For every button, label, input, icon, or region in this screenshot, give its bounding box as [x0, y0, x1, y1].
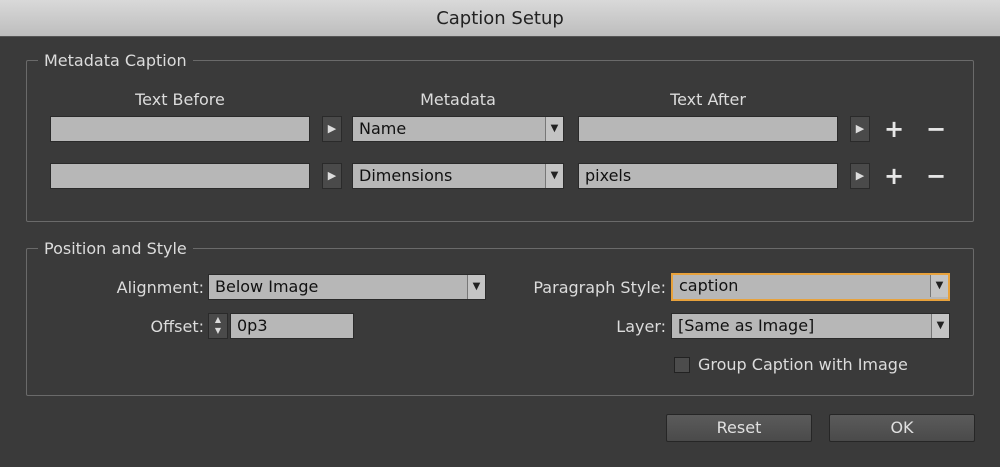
layer-select[interactable]: [Same as Image] ▼: [671, 313, 950, 339]
metadata-select-2[interactable]: Dimensions ▼: [352, 163, 564, 189]
play-arrow-icon: ▶: [855, 169, 865, 182]
chevron-down-icon: ▼: [545, 164, 563, 188]
chevron-down-icon: ▼: [467, 275, 485, 299]
metadata-select-value: Name: [359, 119, 407, 138]
offset-label: Offset:: [150, 317, 204, 336]
metadata-caption-legend: Metadata Caption: [38, 51, 193, 70]
chevron-down-icon: ▼: [545, 117, 563, 141]
window-title: Caption Setup: [0, 0, 1000, 37]
text-before-header: Text Before: [135, 90, 225, 109]
paragraph-style-select[interactable]: caption ▼: [671, 273, 950, 301]
play-arrow-icon: ▶: [327, 122, 337, 135]
alignment-label: Alignment:: [116, 278, 204, 297]
text-before-insert-button-1[interactable]: ▶: [322, 116, 342, 142]
add-row-button-1[interactable]: +: [884, 116, 904, 142]
chevron-down-icon: ▼: [931, 314, 949, 338]
stepper-up-icon[interactable]: ▲: [209, 314, 227, 325]
paragraph-style-label: Paragraph Style:: [533, 278, 666, 297]
text-after-field-1[interactable]: [578, 116, 838, 142]
remove-row-button-1[interactable]: −: [926, 116, 946, 142]
stepper-down-icon[interactable]: ▼: [209, 325, 227, 336]
layer-label: Layer:: [616, 317, 666, 336]
group-caption-checkbox[interactable]: [674, 357, 690, 373]
paragraph-style-select-value: caption: [679, 276, 739, 295]
position-style-legend: Position and Style: [38, 239, 193, 258]
alignment-select-value: Below Image: [215, 277, 319, 296]
chevron-down-icon: ▼: [930, 275, 948, 297]
play-arrow-icon: ▶: [327, 169, 337, 182]
text-after-insert-button-1[interactable]: ▶: [850, 116, 870, 142]
text-before-field-2[interactable]: [50, 163, 310, 189]
offset-stepper[interactable]: ▲ ▼: [208, 313, 228, 339]
ok-button[interactable]: OK: [829, 414, 975, 442]
reset-button[interactable]: Reset: [666, 414, 812, 442]
remove-row-button-2[interactable]: −: [926, 163, 946, 189]
text-after-header: Text After: [670, 90, 746, 109]
text-after-insert-button-2[interactable]: ▶: [850, 163, 870, 189]
metadata-select-value: Dimensions: [359, 166, 453, 185]
layer-select-value: [Same as Image]: [678, 316, 815, 335]
group-caption-label[interactable]: Group Caption with Image: [698, 355, 908, 374]
play-arrow-icon: ▶: [855, 122, 865, 135]
text-after-field-2[interactable]: pixels: [578, 163, 838, 189]
add-row-button-2[interactable]: +: [884, 163, 904, 189]
offset-field[interactable]: 0p3: [230, 313, 354, 339]
text-before-insert-button-2[interactable]: ▶: [322, 163, 342, 189]
alignment-select[interactable]: Below Image ▼: [208, 274, 486, 300]
metadata-select-1[interactable]: Name ▼: [352, 116, 564, 142]
metadata-header: Metadata: [420, 90, 496, 109]
text-before-field-1[interactable]: [50, 116, 310, 142]
